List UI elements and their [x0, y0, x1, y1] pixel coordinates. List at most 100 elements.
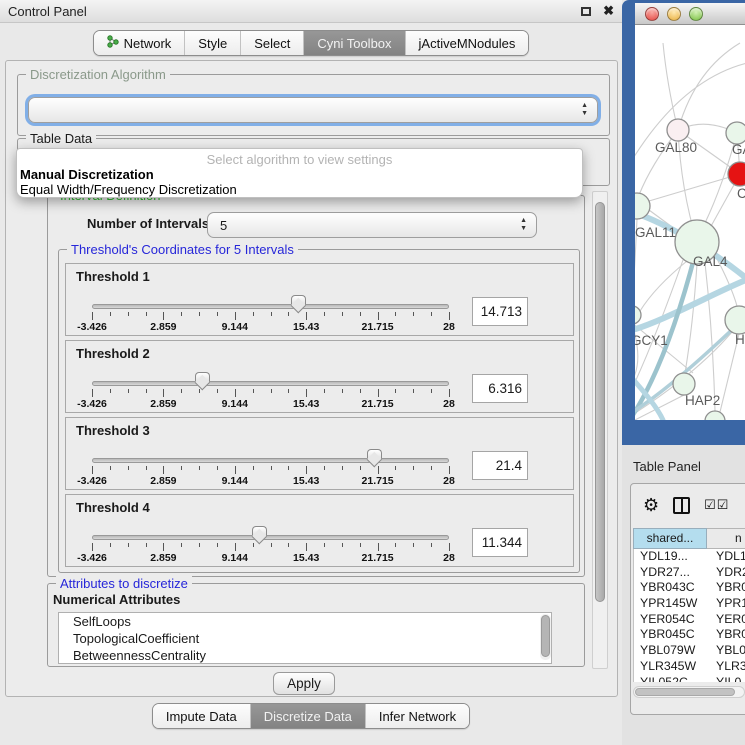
apply-button[interactable]: Apply	[273, 672, 335, 695]
mac-close-icon[interactable]	[645, 7, 659, 21]
table-hscrollbar[interactable]	[633, 686, 745, 698]
mac-zoom-icon[interactable]	[689, 7, 703, 21]
slider-tick	[413, 389, 414, 393]
slider-thumb[interactable]	[291, 295, 306, 315]
tab-select[interactable]: Select	[240, 31, 303, 55]
threshold-value-field[interactable]: 6.316	[472, 374, 528, 403]
attribute-list-item[interactable]: BetweennessCentrality	[59, 647, 551, 664]
slider-track[interactable]	[92, 304, 449, 309]
table-row[interactable]: YPR145WYPR1	[634, 596, 745, 612]
num-intervals-combo[interactable]: 5 ▲▼	[207, 212, 537, 238]
float-icon[interactable]	[581, 7, 591, 16]
node-table: shared... n YDL19...YDL1YDR27...YDR2YBR0…	[633, 528, 745, 682]
slider-tick-label: 2.859	[150, 398, 176, 410]
dropdown-option[interactable]: Equal Width/Frequency Discretization	[17, 182, 582, 197]
table-rows[interactable]: YDL19...YDL1YDR27...YDR2YBR043CYBR0YPR14…	[633, 549, 745, 682]
slider-track[interactable]	[92, 535, 449, 540]
slider-tick-label: 9.144	[222, 321, 248, 333]
network-node-label: C	[737, 186, 745, 201]
attributes-scrollbar-thumb[interactable]	[541, 615, 550, 657]
tab-label: Discretize Data	[264, 709, 352, 724]
tab-style[interactable]: Style	[184, 31, 240, 55]
interval-definition-group: Interval Definition Number of Intervals …	[47, 195, 585, 577]
tab-jactivemnodules[interactable]: jActiveMNodules	[405, 31, 529, 55]
slider-thumb[interactable]	[367, 449, 382, 469]
threshold-label: Threshold 4	[76, 500, 150, 515]
slider-tick	[306, 543, 307, 551]
tab-label: Select	[254, 36, 290, 51]
network-window-titlebar	[635, 3, 745, 25]
table-panel-area: Table Panel ⚙ ☑☑ shared... n YDL19...YDL…	[622, 445, 745, 745]
settings-scrollbar-thumb[interactable]	[595, 202, 605, 602]
settings-scrollbar[interactable]	[592, 191, 608, 669]
tab-infer-network[interactable]: Infer Network	[365, 704, 469, 728]
attribute-list-item[interactable]: SelfLoops	[59, 613, 551, 630]
slider-track[interactable]	[92, 458, 449, 463]
threshold-value-field[interactable]: 14.713	[472, 297, 528, 326]
network-canvas[interactable]: GAL80GACGAL11GAL4GCY1HHAP2	[635, 25, 745, 420]
network-node-c	[728, 162, 745, 186]
table-row[interactable]: YBR045CYBR0	[634, 627, 745, 643]
slider-tick	[449, 543, 450, 551]
algorithm-combo[interactable]: ▲▼	[28, 97, 598, 123]
slider-tick	[324, 312, 325, 316]
tab-cyni-toolbox[interactable]: Cyni Toolbox	[303, 31, 404, 55]
cell-name: YLR3	[708, 659, 745, 675]
table-row[interactable]: YBL079WYBL0	[634, 643, 745, 659]
cell-name: YDL1	[708, 549, 745, 565]
slider-tick	[235, 389, 236, 397]
mac-minimize-icon[interactable]	[667, 7, 681, 21]
column-header-shared-name[interactable]: shared...	[633, 528, 707, 549]
dropdown-option[interactable]: Manual Discretization	[17, 167, 582, 182]
tab-network[interactable]: Network	[94, 31, 185, 55]
attribute-list-item[interactable]: TopologicalCoefficient	[59, 630, 551, 647]
checkbox-icons[interactable]: ☑☑	[704, 497, 729, 513]
slider-tick-label: 21.715	[362, 321, 394, 333]
column-layout-icon[interactable]	[673, 497, 690, 514]
network-node-gcy1	[635, 306, 641, 324]
column-header-name[interactable]: n	[707, 528, 745, 549]
slider-thumb[interactable]	[195, 372, 210, 392]
top-tab-group: NetworkStyle Select Cyni ToolboxjActiveMNo…	[93, 30, 530, 56]
table-hscrollbar-thumb[interactable]	[635, 688, 735, 696]
slider-tick	[271, 543, 272, 547]
slider-tick	[146, 466, 147, 470]
slider-tick-label: 28	[443, 398, 455, 410]
table-row[interactable]: YER054CYER0	[634, 612, 745, 628]
window-title: Control Panel	[8, 4, 87, 19]
dropdown-options: Manual DiscretizationEqual Width/Frequen…	[17, 167, 582, 197]
slider-thumb[interactable]	[252, 526, 267, 546]
close-icon[interactable]: ✖	[603, 3, 614, 19]
slider-tick	[92, 389, 93, 397]
threshold-value-field[interactable]: 21.4	[472, 451, 528, 480]
threshold-value-field[interactable]: 11.344	[472, 528, 528, 557]
slider-tick	[431, 466, 432, 470]
slider-tick-label: 15.43	[293, 552, 319, 564]
slider-tick	[378, 312, 379, 320]
network-node-label: GA	[732, 142, 745, 157]
gear-icon[interactable]: ⚙	[643, 495, 659, 516]
slider-tick	[181, 389, 182, 393]
slider-tick	[395, 466, 396, 470]
slider-tick	[146, 389, 147, 393]
attributes-scrollbar[interactable]	[540, 614, 551, 660]
table-row[interactable]: YLR345WYLR3	[634, 659, 745, 675]
network-node-ga	[726, 122, 745, 144]
cell-name: YER0	[708, 612, 745, 628]
table-row[interactable]: YBR043CYBR0	[634, 580, 745, 596]
tab-impute-data[interactable]: Impute Data	[153, 704, 250, 728]
table-row[interactable]: YDL19...YDL1	[634, 549, 745, 565]
slider-tick	[271, 389, 272, 393]
slider-tick	[217, 312, 218, 316]
numerical-attributes-list[interactable]: SelfLoopsTopologicalCoefficientBetweenne…	[58, 612, 552, 664]
slider-tick-label: 2.859	[150, 321, 176, 333]
tab-discretize-data[interactable]: Discretize Data	[250, 704, 365, 728]
table-row[interactable]: YIL052CYIL0	[634, 675, 745, 683]
table-row[interactable]: YDR27...YDR2	[634, 565, 745, 581]
tab-label: Infer Network	[379, 709, 456, 724]
slider-tick	[324, 389, 325, 393]
network-node-label: GAL11	[635, 225, 676, 240]
table-panel-title: Table Panel	[633, 459, 701, 474]
control-panel-window: Control Panel ✖ NetworkStyle Select Cyni T…	[0, 0, 622, 745]
slider-track[interactable]	[92, 381, 449, 386]
